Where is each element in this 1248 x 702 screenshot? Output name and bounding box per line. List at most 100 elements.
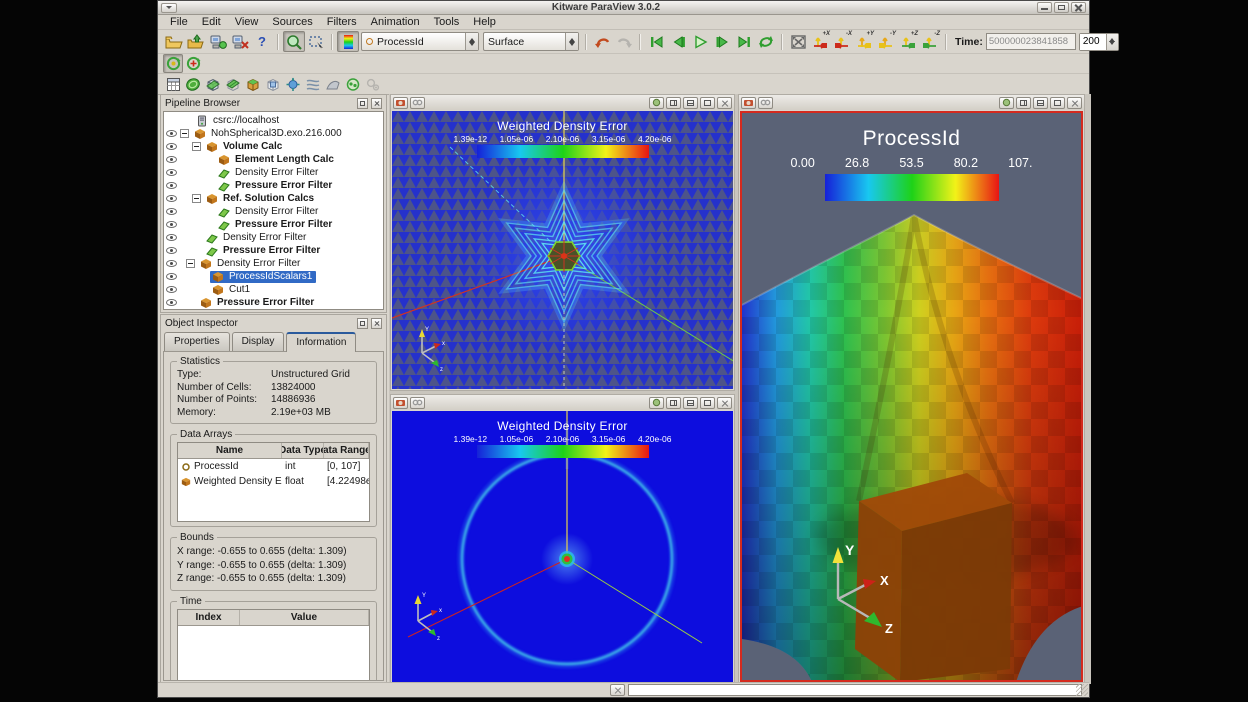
pipeline-item[interactable]: Ref. Solution Calcs: [164, 192, 383, 205]
dock-float-button[interactable]: [357, 98, 368, 109]
eye-icon[interactable]: [166, 221, 177, 228]
eye-icon[interactable]: [166, 273, 177, 280]
maximize-button[interactable]: [1054, 2, 1069, 13]
representation-combobox[interactable]: Surface: [483, 32, 579, 51]
column-header-ranges[interactable]: Data Ranges: [324, 443, 369, 458]
split-vertical-button[interactable]: [683, 97, 698, 109]
viewport-ring[interactable]: Y x z Weighted Density Error 1.39e-12 1.…: [392, 411, 733, 682]
close-view-button[interactable]: [717, 97, 732, 109]
view-lookmark-button[interactable]: [999, 97, 1014, 109]
warp-filter-button[interactable]: [323, 75, 343, 94]
eye-icon[interactable]: [166, 247, 177, 254]
split-vertical-button[interactable]: [1033, 97, 1048, 109]
frame-value-input[interactable]: [1080, 34, 1106, 50]
eye-icon[interactable]: [166, 169, 177, 176]
open-file-button[interactable]: [163, 31, 185, 52]
rubber-band-zoom-button[interactable]: [283, 31, 305, 52]
maximize-view-button[interactable]: [700, 97, 715, 109]
spinbox-arrows-icon[interactable]: [1106, 34, 1118, 50]
maximize-view-button[interactable]: [700, 397, 715, 409]
pipeline-item[interactable]: Element Length Calc: [164, 153, 383, 166]
menu-tools[interactable]: Tools: [427, 16, 467, 28]
eye-icon[interactable]: [166, 299, 177, 306]
close-view-button[interactable]: [1067, 97, 1082, 109]
previous-frame-button[interactable]: [667, 31, 689, 52]
menu-sources[interactable]: Sources: [265, 16, 319, 28]
abort-progress-button[interactable]: [610, 684, 625, 696]
minimize-button[interactable]: [1037, 2, 1052, 13]
pipeline-item[interactable]: Pressure Error Filter: [164, 244, 383, 257]
disconnect-server-button[interactable]: [229, 31, 251, 52]
tab-information[interactable]: Information: [286, 332, 356, 352]
link-view-button[interactable]: [410, 397, 425, 409]
view-lookmark-button[interactable]: [649, 97, 664, 109]
link-view-button[interactable]: [410, 97, 425, 109]
stream-tracer-button[interactable]: [303, 75, 323, 94]
clip-filter-button[interactable]: [203, 75, 223, 94]
tab-properties[interactable]: Properties: [164, 332, 230, 351]
title-bar[interactable]: Kitware ParaView 3.0.2: [158, 1, 1089, 15]
lookmark-button[interactable]: [393, 97, 408, 109]
tab-display[interactable]: Display: [232, 332, 285, 351]
loop-button[interactable]: [755, 31, 777, 52]
menu-filters[interactable]: Filters: [320, 16, 364, 28]
split-horizontal-button[interactable]: [666, 397, 681, 409]
set-view-plus-x-button[interactable]: +X: [809, 31, 831, 52]
eye-icon[interactable]: [166, 208, 177, 215]
reset-camera-button[interactable]: [787, 31, 809, 52]
close-button[interactable]: [1071, 2, 1086, 13]
eye-icon[interactable]: [166, 143, 177, 150]
color-legend[interactable]: Weighted Density Error 1.39e-12 1.05e-06…: [454, 419, 672, 458]
pipeline-item[interactable]: Density Error Filter: [164, 166, 383, 179]
connect-server-button[interactable]: [207, 31, 229, 52]
pipeline-item[interactable]: Density Error Filter: [164, 257, 383, 270]
view-lookmark-button[interactable]: [649, 397, 664, 409]
help-button[interactable]: ?: [251, 31, 273, 52]
viewport-mesh-star[interactable]: Y x z Weighted Density Error 1.39e-12 1.…: [392, 111, 733, 389]
next-frame-button[interactable]: [711, 31, 733, 52]
eye-icon[interactable]: [166, 195, 177, 202]
pipeline-item[interactable]: Volume Calc: [164, 140, 383, 153]
color-legend[interactable]: Weighted Density Error 1.39e-12 1.05e-06…: [454, 119, 672, 158]
toggle-center-axes-button[interactable]: [163, 54, 183, 73]
split-vertical-button[interactable]: [683, 397, 698, 409]
color-by-variable-combobox[interactable]: ProcessId: [361, 32, 479, 51]
dock-close-button[interactable]: [371, 98, 382, 109]
set-view-plus-y-button[interactable]: +Y: [853, 31, 875, 52]
redo-button[interactable]: [613, 31, 635, 52]
group-datasets-button[interactable]: [343, 75, 363, 94]
set-view-minus-z-button[interactable]: -Z: [919, 31, 941, 52]
set-view-minus-y-button[interactable]: -Y: [875, 31, 897, 52]
lookmark-button[interactable]: [393, 397, 408, 409]
expander-icon[interactable]: [192, 194, 201, 203]
eye-icon[interactable]: [166, 130, 177, 137]
set-view-minus-x-button[interactable]: -X: [831, 31, 853, 52]
link-view-button[interactable]: [758, 97, 773, 109]
dock-float-button[interactable]: [357, 318, 368, 329]
column-header-value[interactable]: Value: [240, 610, 369, 625]
eye-icon[interactable]: [166, 156, 177, 163]
eye-icon[interactable]: [166, 234, 177, 241]
pipeline-item[interactable]: Cut1: [164, 283, 383, 296]
extract-subset-button[interactable]: [263, 75, 283, 94]
expander-icon[interactable]: [180, 129, 189, 138]
first-frame-button[interactable]: [645, 31, 667, 52]
glyph-filter-button[interactable]: [283, 75, 303, 94]
time-value-input[interactable]: [986, 33, 1076, 50]
eye-icon[interactable]: [166, 182, 177, 189]
last-frame-button[interactable]: [733, 31, 755, 52]
eye-icon[interactable]: [166, 286, 177, 293]
spreadsheet-view-button[interactable]: [163, 75, 183, 94]
slice-filter-button[interactable]: [223, 75, 243, 94]
column-header-type[interactable]: Data Type: [282, 443, 324, 458]
eye-icon[interactable]: [166, 260, 177, 267]
pipeline-browser-header[interactable]: Pipeline Browser: [161, 95, 386, 111]
pipeline-item[interactable]: Pressure Error Filter: [164, 179, 383, 192]
resize-grip-icon[interactable]: [1076, 684, 1088, 696]
menu-animation[interactable]: Animation: [364, 16, 427, 28]
set-view-plus-z-button[interactable]: +Z: [897, 31, 919, 52]
lookmark-button[interactable]: [741, 97, 756, 109]
contour-filter-button[interactable]: [183, 75, 203, 94]
pipeline-item-selected[interactable]: ProcessIdScalars1: [164, 270, 383, 283]
menu-edit[interactable]: Edit: [195, 16, 228, 28]
